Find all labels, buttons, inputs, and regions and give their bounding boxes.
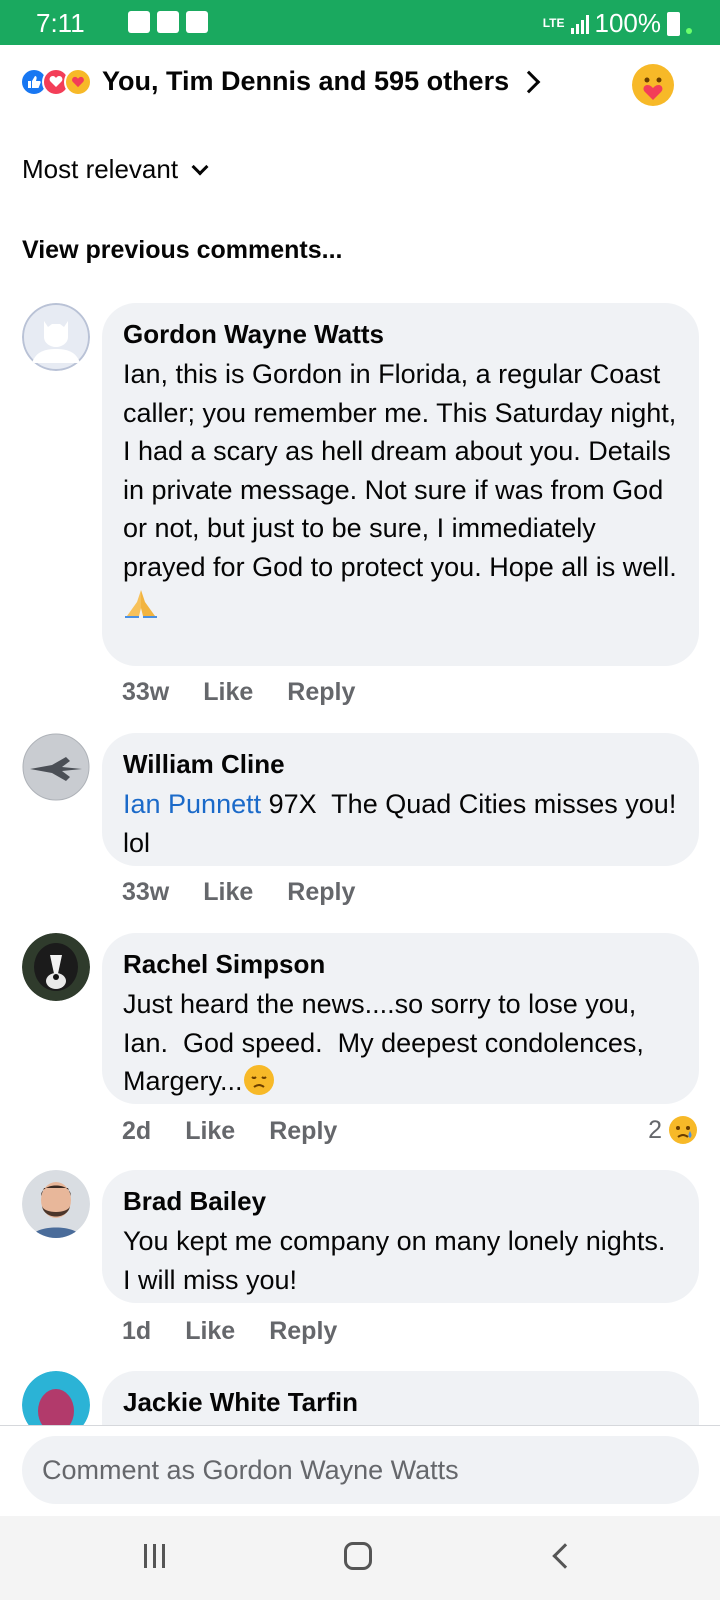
like-button[interactable]: Like bbox=[185, 1317, 235, 1346]
like-button[interactable]: Like bbox=[203, 678, 253, 707]
comment-actions: 33w Like Reply bbox=[122, 678, 355, 707]
notification-icons bbox=[128, 11, 208, 33]
reactions-summary[interactable]: You, Tim Dennis and 595 others bbox=[20, 66, 541, 97]
comment-body: Ian, this is Gordon in Florida, a regula… bbox=[123, 359, 677, 582]
back-icon[interactable] bbox=[552, 1543, 578, 1569]
reaction-count[interactable]: 2 bbox=[648, 1115, 698, 1145]
comment-bubble[interactable]: Brad Bailey You kept me company on many … bbox=[102, 1170, 699, 1303]
sort-label: Most relevant bbox=[22, 154, 179, 184]
status-right: LTE 100% bbox=[543, 8, 692, 39]
comment-time[interactable]: 2d bbox=[122, 1117, 151, 1146]
view-previous-comments-link[interactable]: View previous comments... bbox=[22, 236, 342, 265]
comment-composer bbox=[0, 1426, 720, 1516]
reaction-count-number: 2 bbox=[648, 1115, 662, 1144]
gallery-icon bbox=[186, 11, 208, 33]
comment-time[interactable]: 33w bbox=[122, 678, 169, 707]
app-icon bbox=[157, 11, 179, 33]
avatar[interactable] bbox=[22, 303, 90, 371]
signal-icon bbox=[570, 14, 589, 34]
chevron-down-icon bbox=[191, 158, 209, 175]
recents-icon[interactable] bbox=[144, 1544, 165, 1568]
status-time: 7:11 bbox=[36, 8, 85, 38]
comment-actions: 1d Like Reply bbox=[122, 1317, 337, 1346]
comment-actions: 33w Like Reply bbox=[122, 878, 355, 907]
comment-time[interactable]: 33w bbox=[122, 878, 169, 907]
comment-author[interactable]: Rachel Simpson bbox=[123, 949, 679, 979]
avatar[interactable] bbox=[22, 1170, 90, 1238]
comment-author[interactable]: Gordon Wayne Watts bbox=[123, 319, 679, 349]
network-type: LTE bbox=[542, 16, 565, 30]
comment-body: Just heard the news....so sorry to lose … bbox=[123, 989, 652, 1096]
disappointed-emoji bbox=[243, 1065, 274, 1095]
comment-actions: 2d Like Reply bbox=[122, 1117, 337, 1146]
comment-text: Just heard the news....so sorry to lose … bbox=[123, 985, 679, 1101]
sort-dropdown[interactable]: Most relevant bbox=[22, 154, 209, 185]
avatar[interactable] bbox=[22, 733, 90, 801]
reaction-icons bbox=[20, 67, 92, 96]
comment-bubble[interactable]: Gordon Wayne Watts Ian, this is Gordon i… bbox=[102, 303, 699, 666]
privacy-dot-icon bbox=[686, 27, 692, 34]
care-reaction-icon bbox=[64, 67, 92, 96]
comment-text: You kept me company on many lonely night… bbox=[123, 1226, 681, 1295]
comment-text: Ian Punnett 97X The Quad Cities misses y… bbox=[123, 785, 679, 862]
mention-link[interactable]: Ian Punnett bbox=[123, 789, 261, 819]
comment-text: Ian, this is Gordon in Florida, a regula… bbox=[123, 355, 679, 625]
comment-bubble[interactable]: Rachel Simpson Just heard the news....so… bbox=[102, 933, 699, 1104]
avatar[interactable] bbox=[22, 933, 90, 1001]
status-bar: 7:11 LTE 100% bbox=[0, 0, 720, 45]
system-nav-bar bbox=[0, 1516, 720, 1600]
facebook-icon bbox=[128, 11, 150, 33]
pray-emoji bbox=[125, 590, 157, 618]
reply-button[interactable]: Reply bbox=[287, 878, 355, 907]
comment-author[interactable]: Jackie White Tarfin bbox=[123, 1387, 679, 1417]
battery-percent: 100% bbox=[594, 8, 662, 38]
comment-bubble[interactable]: William Cline Ian Punnett 97X The Quad C… bbox=[102, 733, 699, 866]
reactions-text: You, Tim Dennis and 595 others bbox=[102, 66, 510, 96]
comment-time[interactable]: 1d bbox=[122, 1317, 151, 1346]
home-icon[interactable] bbox=[344, 1542, 372, 1570]
care-reaction-icon[interactable] bbox=[632, 64, 674, 106]
comment-input[interactable] bbox=[22, 1436, 699, 1504]
reply-button[interactable]: Reply bbox=[269, 1317, 337, 1346]
comment-author[interactable]: William Cline bbox=[123, 749, 679, 779]
like-button[interactable]: Like bbox=[185, 1117, 235, 1146]
battery-icon bbox=[667, 11, 680, 36]
reply-button[interactable]: Reply bbox=[269, 1117, 337, 1146]
sad-reaction-icon bbox=[669, 1116, 697, 1144]
chevron-right-icon bbox=[517, 70, 541, 93]
comment-author[interactable]: Brad Bailey bbox=[123, 1186, 679, 1216]
like-button[interactable]: Like bbox=[203, 878, 253, 907]
reply-button[interactable]: Reply bbox=[287, 678, 355, 707]
